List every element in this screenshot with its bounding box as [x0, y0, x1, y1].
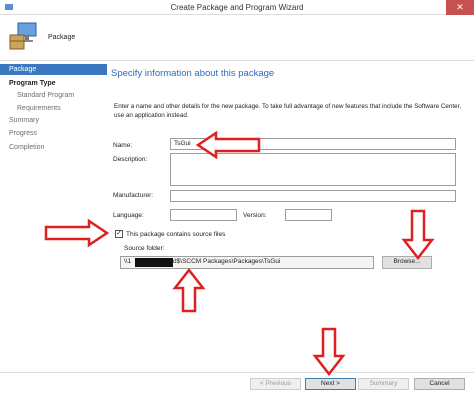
- intro-text: Enter a name and other details for the n…: [114, 103, 462, 119]
- contains-source-label: This package contains source files: [126, 231, 226, 238]
- wizard-nav: Package Program Type Standard Program Re…: [0, 62, 107, 372]
- nav-item-requirements[interactable]: Requirements: [0, 103, 107, 114]
- footer-divider: [0, 372, 474, 373]
- next-button[interactable]: Next >: [305, 378, 356, 390]
- language-label: Language:: [113, 212, 144, 219]
- nav-item-standard-program[interactable]: Standard Program: [0, 90, 107, 101]
- nav-item-package[interactable]: Package: [0, 64, 107, 75]
- previous-button[interactable]: < Previous: [250, 378, 301, 390]
- arrow-left-icon: [195, 130, 261, 160]
- header-label: Package: [48, 34, 76, 41]
- page-title: Specify information about this package: [111, 68, 275, 79]
- arrow-up-icon: [172, 267, 206, 313]
- nav-item-summary[interactable]: Summary: [0, 115, 107, 126]
- cancel-button[interactable]: Cancel: [414, 378, 465, 390]
- nav-item-progress[interactable]: Progress: [0, 128, 107, 139]
- manufacturer-field[interactable]: [170, 190, 456, 202]
- arrow-down-icon: [401, 209, 435, 261]
- redacted-server-name: [135, 258, 173, 267]
- language-field[interactable]: [170, 209, 237, 221]
- version-field[interactable]: [285, 209, 332, 221]
- version-label: Version:: [243, 212, 267, 219]
- source-path-suffix: \d$\SCCM Packages\Packages\TsGui: [171, 258, 281, 265]
- title-bar: Create Package and Program Wizard ✕: [0, 0, 474, 15]
- name-label: Name:: [113, 142, 133, 149]
- source-path-prefix: \\1: [124, 258, 132, 265]
- summary-button[interactable]: Summary: [358, 378, 409, 390]
- arrow-down-icon: [312, 327, 346, 377]
- contains-source-checkbox[interactable]: ✓: [115, 230, 123, 238]
- package-computer-icon: [9, 22, 37, 50]
- description-label: Description:: [113, 156, 148, 163]
- arrow-right-icon: [44, 218, 110, 248]
- source-folder-label: Source folder:: [124, 245, 165, 252]
- nav-item-completion[interactable]: Completion: [0, 142, 107, 153]
- nav-item-program-type[interactable]: Program Type: [0, 78, 107, 89]
- close-button[interactable]: ✕: [446, 0, 474, 15]
- manufacturer-label: Manufacturer:: [113, 192, 154, 199]
- window-title: Create Package and Program Wizard: [170, 3, 304, 12]
- wizard-header: Package: [0, 15, 474, 61]
